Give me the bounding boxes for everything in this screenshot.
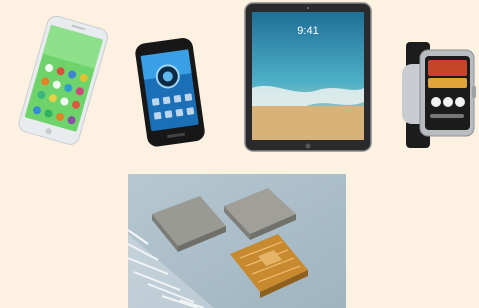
chip-components-photo <box>128 174 346 308</box>
smartwatch <box>398 40 476 150</box>
black-smartphone <box>133 34 211 150</box>
product-collage: 9:41 <box>0 0 479 308</box>
tablet: 9:41 <box>244 2 372 152</box>
white-smartphone <box>4 16 120 146</box>
tablet-clock: 9:41 <box>297 25 318 37</box>
